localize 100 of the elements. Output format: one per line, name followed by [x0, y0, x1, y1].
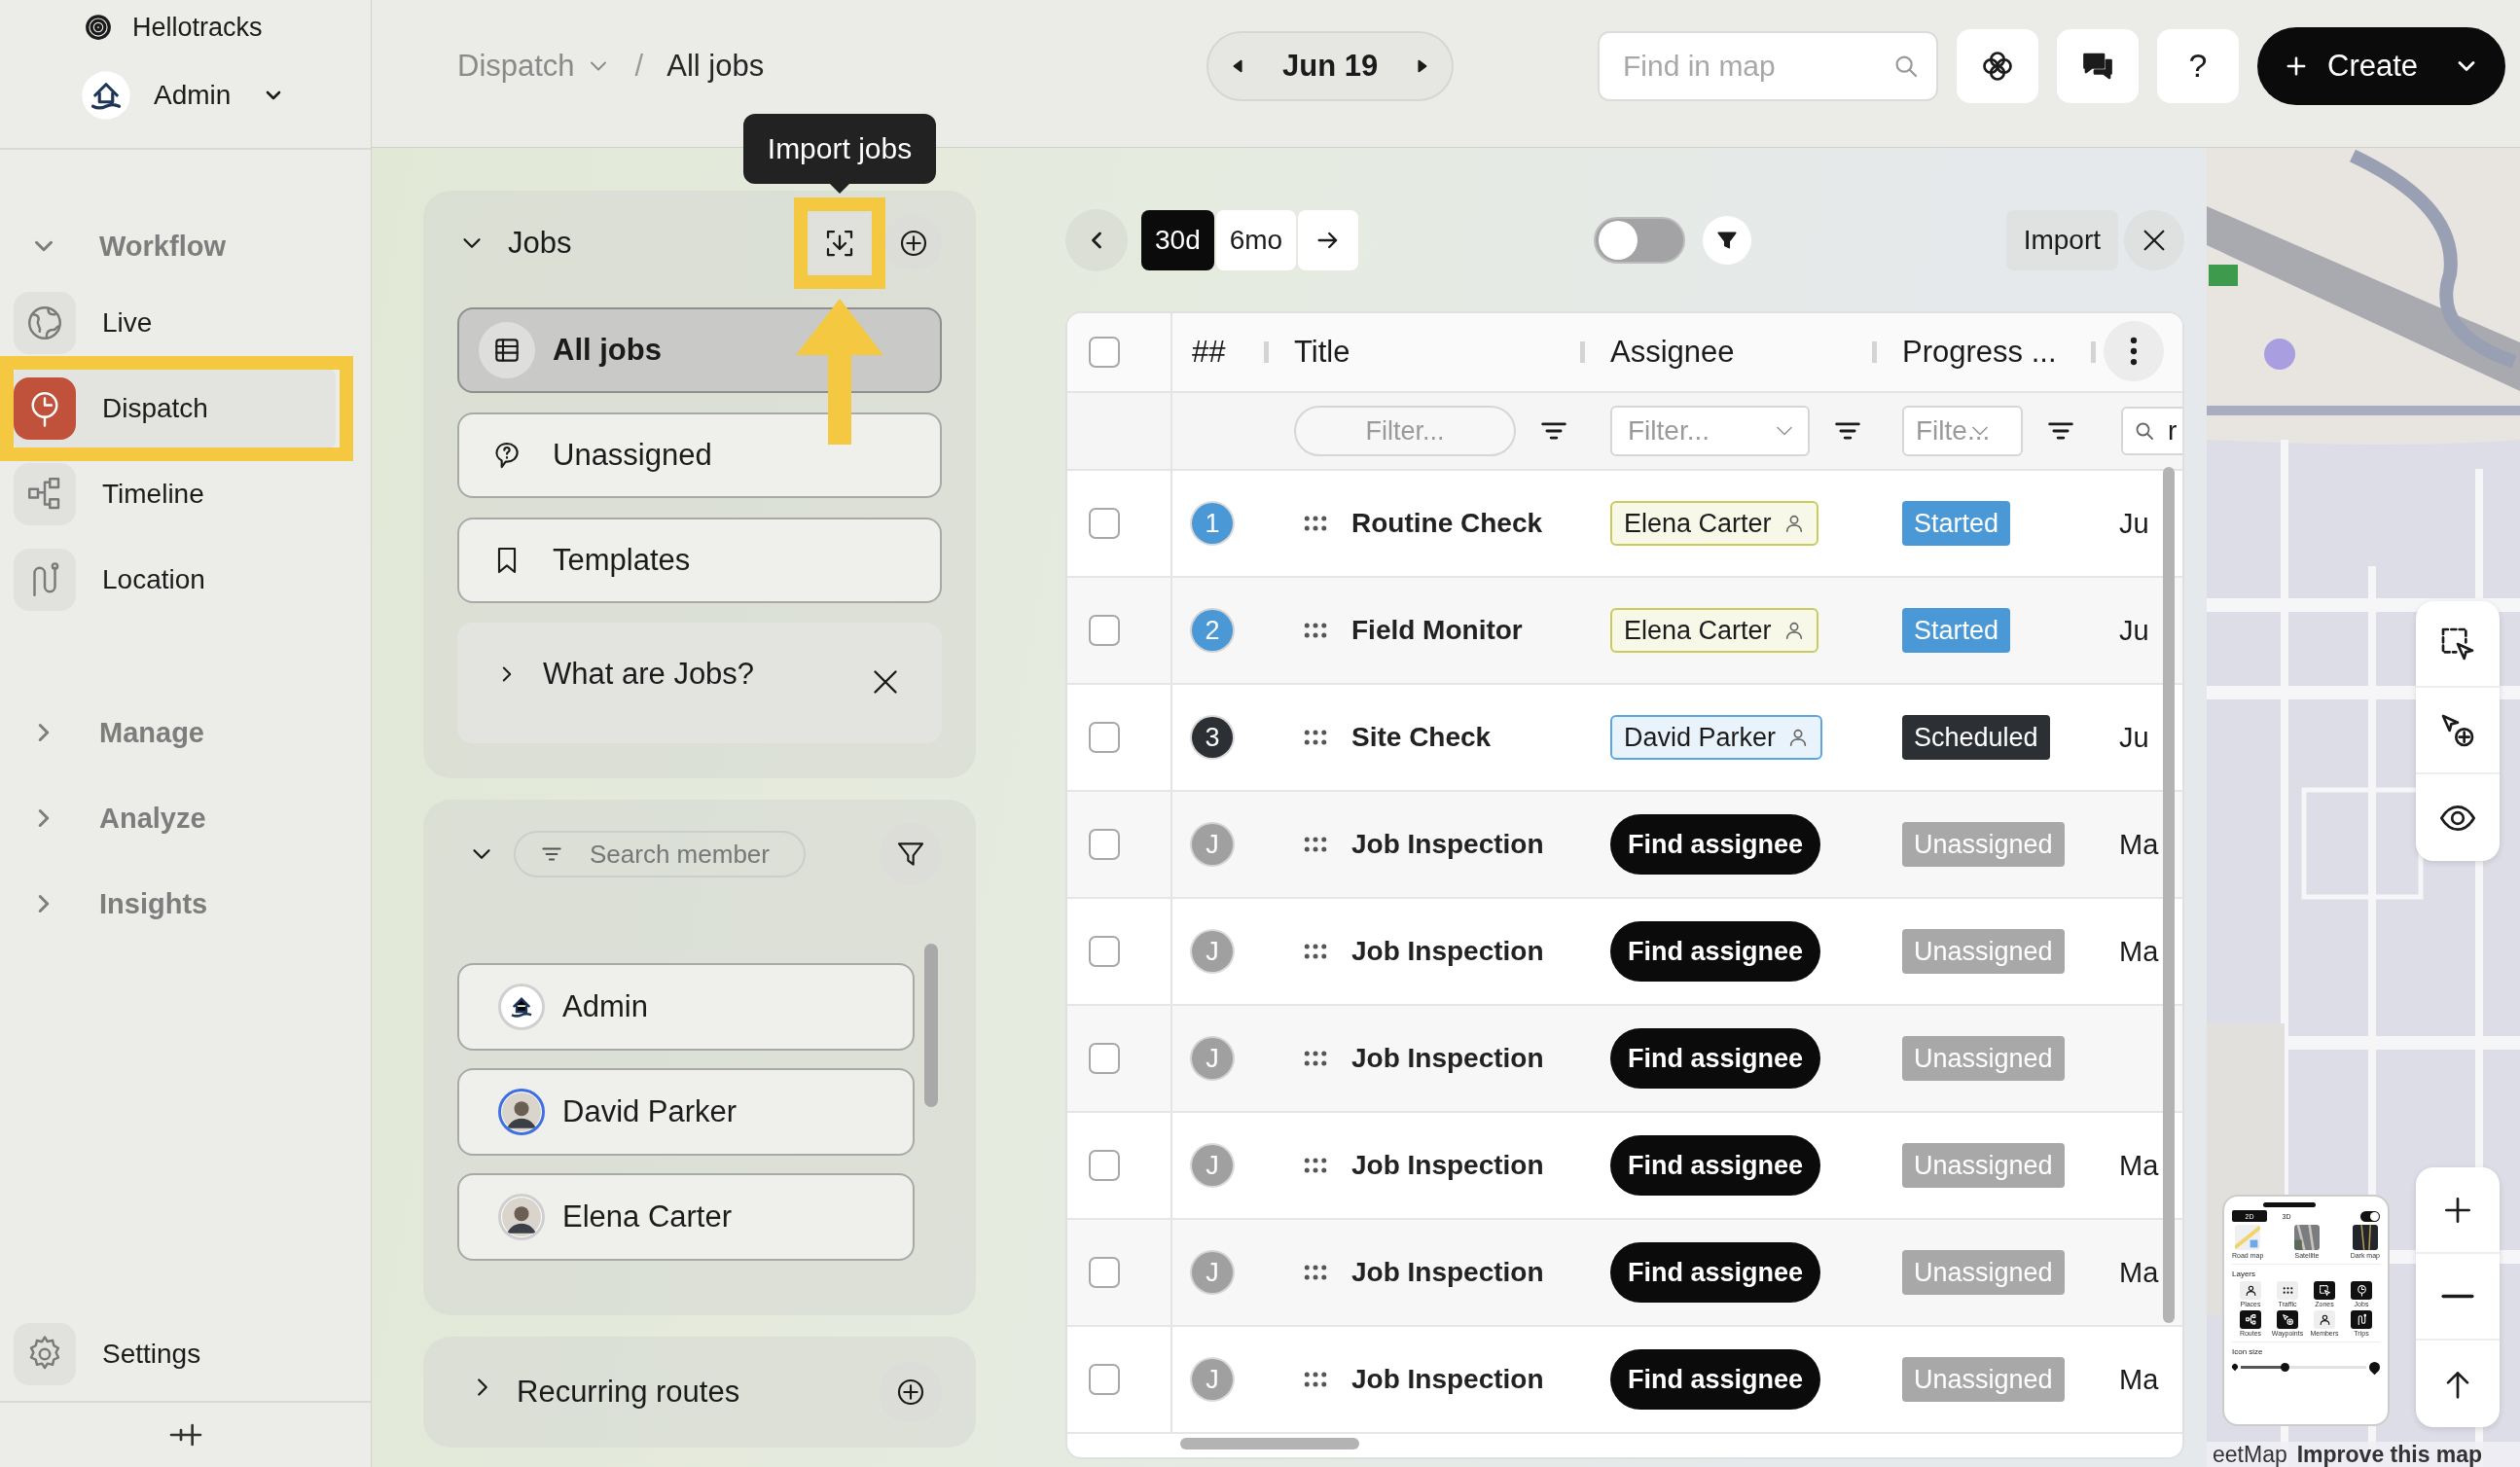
brand-name: Hellotracks: [132, 12, 263, 43]
scrollbar[interactable]: [2163, 467, 2175, 1323]
column-resize-handle[interactable]: [1264, 341, 1269, 363]
checkbox[interactable]: [1089, 1364, 1120, 1395]
find-assignee-button[interactable]: Find assignee: [1610, 1242, 1821, 1303]
table-cell: Site Check: [1351, 722, 1492, 753]
checkbox[interactable]: [1089, 1150, 1120, 1181]
import-button[interactable]: Import: [2005, 209, 2118, 270]
column-header[interactable]: Progress ...: [1902, 335, 2057, 370]
find-assignee-button[interactable]: Find assignee: [1610, 1349, 1821, 1410]
member-item[interactable]: Admin: [457, 963, 915, 1051]
checkbox[interactable]: [1089, 508, 1120, 539]
search-field[interactable]: Search member: [514, 831, 806, 877]
status-badge: Scheduled: [1902, 715, 2050, 760]
date-picker[interactable]: Jun 19: [1206, 30, 1455, 101]
range-tab[interactable]: 30d: [1141, 209, 1214, 270]
brand-logo-icon: [84, 13, 113, 42]
tooltip: Import jobs: [743, 114, 936, 184]
status-badge: Unassigned: [1902, 1036, 2065, 1081]
filter-dropdown[interactable]: Filte...: [1902, 406, 2023, 456]
number-badge: J: [1192, 931, 1233, 972]
date-label: Jun 19: [1282, 48, 1379, 84]
panel-title: Recurring routes: [517, 1375, 740, 1410]
table-cell: Job Inspection: [1351, 1257, 1544, 1288]
assignee-chip[interactable]: Elena Carter: [1610, 501, 1818, 546]
scrollbar[interactable]: [924, 944, 938, 1107]
status-badge: Unassigned: [1902, 1143, 2065, 1188]
status-badge: Unassigned: [1902, 929, 2065, 974]
number-badge: J: [1192, 824, 1233, 865]
search-field[interactable]: Find in map: [1598, 30, 1938, 101]
table-cell: Field Monitor: [1351, 615, 1523, 646]
number-badge: J: [1192, 1038, 1233, 1079]
column-resize-handle[interactable]: [1872, 341, 1877, 363]
column-header[interactable]: Title: [1294, 335, 1350, 370]
checkbox[interactable]: [1089, 1043, 1120, 1074]
status-badge: Started: [1902, 608, 2011, 653]
add-icon: [898, 228, 929, 259]
status-badge: Unassigned: [1902, 1357, 2065, 1402]
table-cell: Routine Check: [1351, 508, 1543, 539]
table-cell: Ma: [2119, 1149, 2159, 1182]
member-item[interactable]: David Parker: [457, 1068, 915, 1156]
breadcrumb-separator: /: [634, 48, 644, 84]
table-cell: Job Inspection: [1351, 1150, 1544, 1181]
account-switcher[interactable]: Admin: [0, 54, 286, 136]
scrollbar[interactable]: [1180, 1438, 1359, 1449]
nav-item[interactable]: Live: [14, 280, 336, 366]
add-icon: [895, 1377, 926, 1408]
filter-field[interactable]: Filter...: [1294, 406, 1516, 456]
status-badge: Unassigned: [1902, 822, 2065, 867]
help-button[interactable]: ?: [2157, 28, 2239, 103]
nav-item[interactable]: Settings: [14, 1311, 336, 1397]
panel-title: Jobs: [508, 226, 572, 261]
number-badge: J: [1192, 1252, 1233, 1293]
checkbox[interactable]: [1089, 722, 1120, 753]
checkbox[interactable]: [1089, 337, 1120, 368]
view-item[interactable]: Unassigned: [457, 412, 942, 498]
checkbox[interactable]: [1089, 1257, 1120, 1288]
number-badge: J: [1192, 1359, 1233, 1400]
column-resize-handle[interactable]: [1580, 341, 1585, 363]
table-cell: Job Inspection: [1351, 1043, 1544, 1074]
table-cell: Job Inspection: [1351, 1364, 1544, 1395]
assignee-chip[interactable]: Elena Carter: [1610, 608, 1818, 653]
search-field[interactable]: r: [2121, 407, 2182, 455]
find-assignee-button[interactable]: Find assignee: [1610, 1135, 1821, 1196]
status-badge: Started: [1902, 501, 2011, 546]
hint-text[interactable]: What are Jobs?: [543, 657, 755, 692]
checkbox[interactable]: [1089, 615, 1120, 646]
view-item[interactable]: All jobs: [457, 307, 942, 393]
column-header[interactable]: ##: [1192, 335, 1226, 370]
chat-button[interactable]: [2057, 28, 2139, 103]
range-tab[interactable]: 6mo: [1215, 209, 1297, 270]
import-button[interactable]: [810, 213, 870, 273]
more-icon: [2130, 337, 2138, 366]
create-button[interactable]: Create: [2257, 26, 2505, 105]
table-cell: Job Inspection: [1351, 936, 1544, 967]
checkbox[interactable]: [1089, 829, 1120, 860]
view-item[interactable]: Templates: [457, 518, 942, 603]
column-header[interactable]: Assignee: [1610, 335, 1735, 370]
table-cell: Ma: [2119, 935, 2159, 968]
table-cell: Ju: [2119, 614, 2149, 647]
tooltip-pointer: [830, 184, 849, 194]
table-cell: Ma: [2119, 828, 2159, 861]
toggle-switch[interactable]: [1594, 216, 1686, 264]
assignee-chip[interactable]: David Parker: [1610, 715, 1823, 760]
number-badge: 3: [1192, 717, 1233, 758]
find-assignee-button[interactable]: Find assignee: [1610, 921, 1821, 982]
number-badge: 2: [1192, 610, 1233, 651]
find-assignee-button[interactable]: Find assignee: [1610, 814, 1821, 875]
status-badge: Unassigned: [1902, 1250, 2065, 1295]
nav-item[interactable]: Location: [14, 537, 336, 623]
assistant-button[interactable]: [1957, 28, 2038, 103]
filter-dropdown[interactable]: Filter...: [1610, 406, 1810, 456]
table-cell: Ma: [2119, 1256, 2159, 1289]
number-badge: J: [1192, 1145, 1233, 1186]
find-assignee-button[interactable]: Find assignee: [1610, 1028, 1821, 1089]
table-cell: Ju: [2119, 721, 2149, 754]
nav-item[interactable]: Timeline: [14, 451, 336, 537]
checkbox[interactable]: [1089, 936, 1120, 967]
column-resize-handle[interactable]: [2091, 341, 2096, 363]
member-item[interactable]: Elena Carter: [457, 1173, 915, 1261]
